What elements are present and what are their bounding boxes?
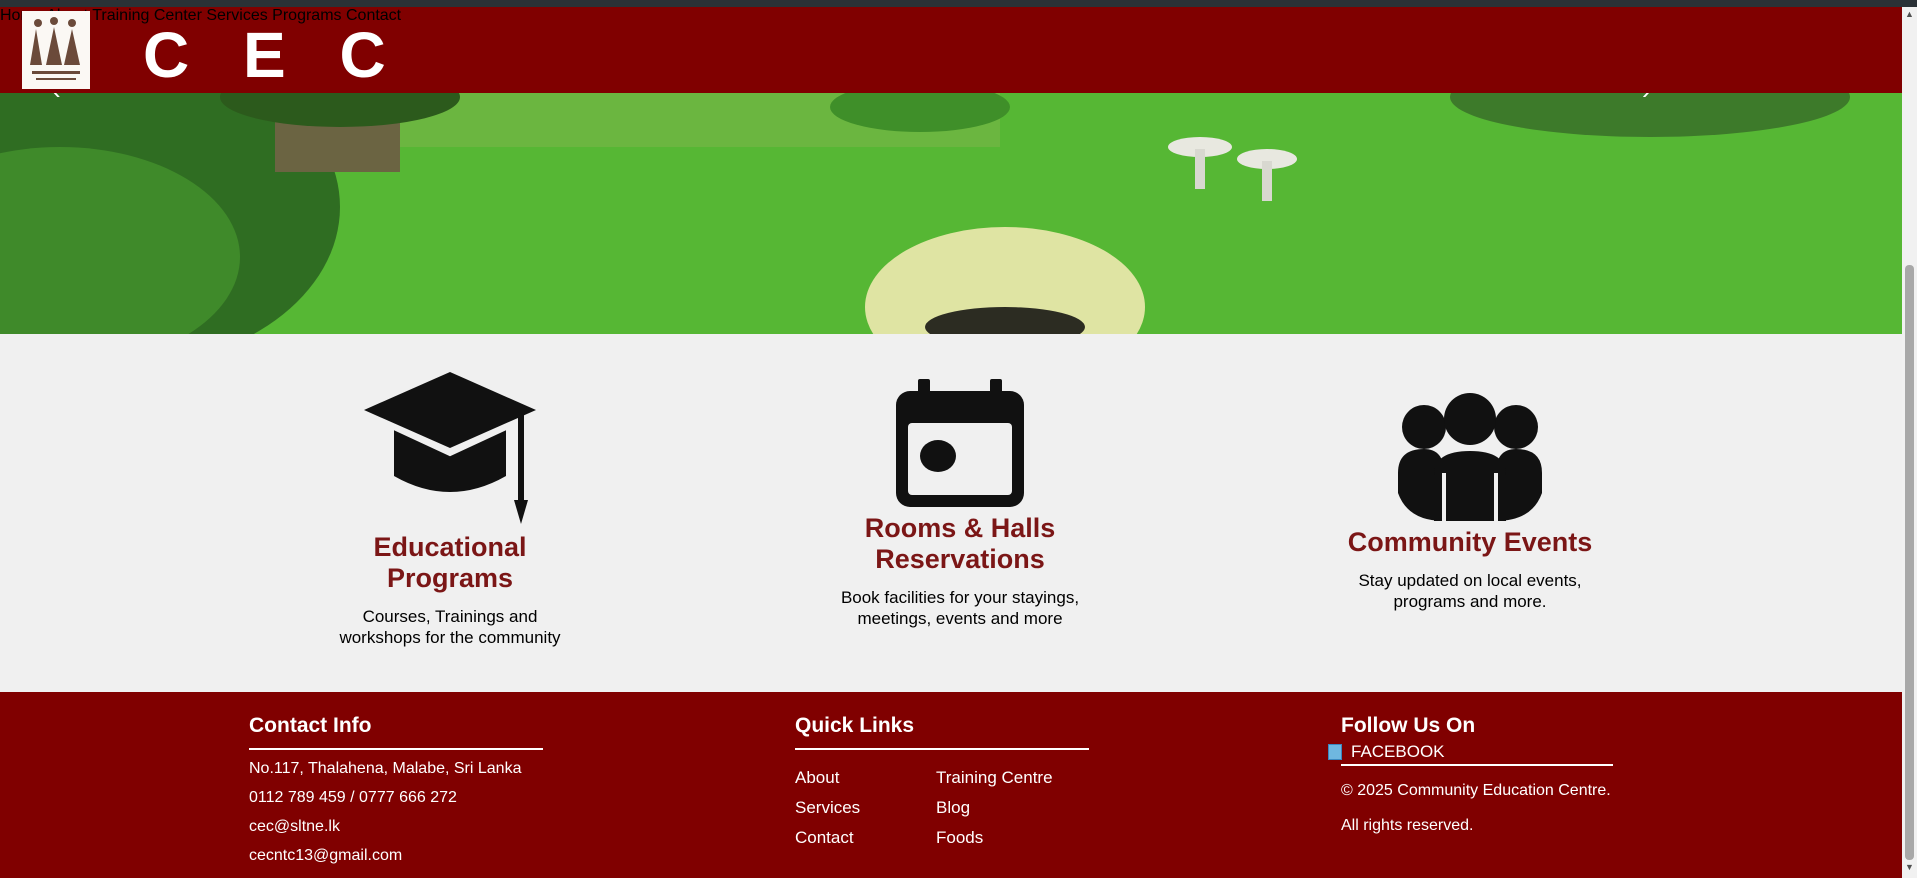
- feature-title-line1: Community Events: [1347, 527, 1593, 557]
- footer-link-blog[interactable]: Blog: [936, 798, 970, 818]
- features-section: Educational Programs Courses, Trainings a…: [0, 334, 1902, 692]
- calendar-icon: [896, 379, 1024, 507]
- facebook-link[interactable]: FACEBOOK: [1351, 742, 1445, 762]
- book-icon: [1328, 744, 1342, 760]
- contact-divider: [249, 748, 543, 750]
- quick-links-heading: Quick Links: [795, 714, 915, 737]
- site-header: C E C Home About Training Center Service…: [0, 7, 1902, 93]
- feature-desc-line1: Courses, Trainings and: [362, 607, 538, 626]
- follow-divider: [1341, 764, 1613, 766]
- graduation-cap-icon: [364, 372, 536, 524]
- footer-link-about[interactable]: About: [795, 768, 839, 788]
- rights-text: All rights reserved.: [1341, 817, 1474, 834]
- feature-desc-line2: workshops for the community: [339, 628, 561, 647]
- footer-link-contact[interactable]: Contact: [795, 828, 854, 848]
- feature-title-line1: Educational: [373, 532, 527, 562]
- feature-title-line2: Programs: [386, 563, 514, 593]
- feature-title-line2: Reservations: [875, 544, 1045, 574]
- feature-rooms-halls[interactable]: Rooms & Halls Reservations Book facilitie…: [810, 379, 1110, 629]
- footer-link-training-centre[interactable]: Training Centre: [936, 768, 1053, 788]
- scroll-down-arrow-icon[interactable]: ▼: [1905, 862, 1914, 872]
- brand-name: C E C: [143, 19, 404, 91]
- contact-email: cec@sltne.lk: [249, 818, 340, 835]
- feature-desc-line2: programs and more.: [1393, 592, 1547, 611]
- feature-desc-line2: meetings, events and more: [857, 609, 1063, 628]
- footer-link-services[interactable]: Services: [795, 798, 860, 818]
- footer-link-foods[interactable]: Foods: [936, 828, 983, 848]
- community-figures-logo-icon: [24, 13, 88, 87]
- scrollbar-thumb[interactable]: [1905, 265, 1914, 860]
- feature-community-events[interactable]: Community Events Stay updated on local e…: [1320, 393, 1620, 612]
- contact-phone: 0112 789 459 / 0777 666 272: [249, 789, 457, 806]
- feature-educational-programs[interactable]: Educational Programs Courses, Trainings a…: [300, 372, 600, 648]
- logo[interactable]: [22, 11, 90, 89]
- quick-links-divider: [795, 748, 1089, 750]
- browser-top-edge: [0, 0, 1917, 7]
- contact-email-2: cecntc13@gmail.com: [249, 847, 403, 864]
- feature-title-line1: Rooms & Halls: [864, 513, 1056, 543]
- feature-desc-line1: Stay updated on local events,: [1358, 571, 1582, 590]
- feature-desc-line1: Book facilities for your stayings,: [840, 588, 1080, 607]
- contact-address: No.117, Thalahena, Malabe, Sri Lanka: [249, 760, 522, 777]
- scroll-up-arrow-icon[interactable]: ▲: [1905, 9, 1914, 19]
- site-footer: Contact Info No.117, Thalahena, Malabe, …: [0, 692, 1902, 878]
- contact-heading: Contact Info: [249, 714, 372, 737]
- follow-heading: Follow Us On: [1341, 714, 1476, 737]
- people-group-icon: [1398, 393, 1542, 521]
- copyright-text: © 2025 Community Education Centre.: [1341, 782, 1611, 799]
